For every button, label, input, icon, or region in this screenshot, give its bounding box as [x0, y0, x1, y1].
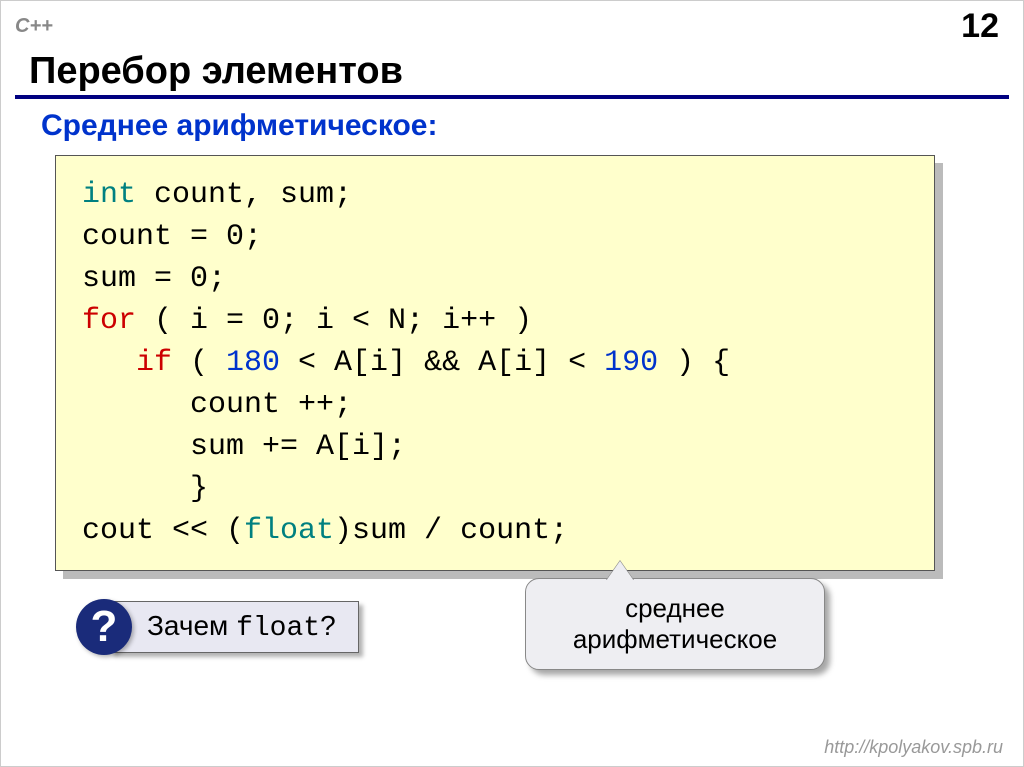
literal-190: 190	[604, 346, 658, 380]
keyword-int: int	[82, 178, 136, 212]
footer-link: http://kpolyakov.spb.ru	[824, 737, 1003, 758]
code-line: sum += A[i];	[82, 430, 406, 464]
literal-180: 180	[226, 346, 280, 380]
question-row: ? Зачем float?	[76, 599, 359, 655]
code-text: cout << (	[82, 514, 244, 548]
question-box: Зачем float?	[110, 601, 359, 653]
page-title: Перебор элементов	[1, 46, 1023, 95]
code-line: sum = 0;	[82, 262, 226, 296]
code-line: count = 0;	[82, 220, 262, 254]
code-text: )sum / count;	[334, 514, 568, 548]
question-mark-icon: ?	[76, 599, 132, 655]
code-text: ) {	[658, 346, 730, 380]
keyword-float: float	[244, 514, 334, 548]
callout-bubble: среднее арифметическое	[525, 578, 825, 670]
slide-number: 12	[961, 7, 999, 46]
code-line: count ++;	[82, 388, 352, 422]
question-suffix: ?	[320, 610, 336, 641]
code-text: ( i = 0; i < N; i++ )	[136, 304, 532, 338]
question-prefix: Зачем	[147, 610, 236, 641]
subtitle: Среднее арифметическое:	[1, 109, 1023, 155]
code-text: count, sum;	[136, 178, 352, 212]
callout-line-2: арифметическое	[542, 624, 808, 655]
code-text: (	[172, 346, 226, 380]
callout-line-1: среднее	[542, 593, 808, 624]
code-text: < A[i] && A[i] <	[280, 346, 604, 380]
code-content: int count, sum; count = 0; sum = 0; for …	[55, 155, 935, 571]
title-rule	[15, 95, 1009, 99]
top-bar: C++ 12	[1, 1, 1023, 46]
keyword-if: if	[82, 346, 172, 380]
keyword-for: for	[82, 304, 136, 338]
code-line: }	[82, 472, 208, 506]
code-block: int count, sum; count = 0; sum = 0; for …	[55, 155, 935, 571]
language-label: C++	[15, 15, 53, 38]
question-keyword: float	[236, 613, 320, 644]
